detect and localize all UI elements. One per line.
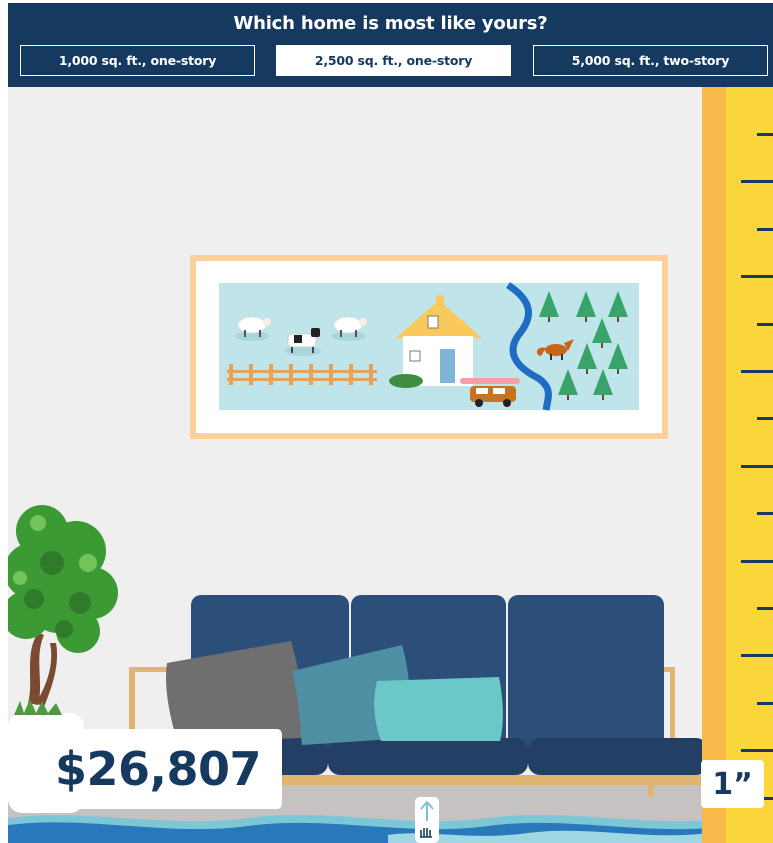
ruler-tick [757, 417, 773, 420]
ruler-tick [741, 275, 773, 278]
ruler-tick [741, 654, 773, 657]
ruler-tick [757, 133, 773, 136]
ruler-tick [757, 512, 773, 515]
question-title: Which home is most like yours? [233, 13, 548, 34]
ruler-tick [757, 702, 773, 705]
water-level-drag-handle[interactable] [415, 797, 439, 843]
ruler-tick [741, 180, 773, 183]
ruler-tick [741, 749, 773, 752]
arrow-up-hand-icon [415, 797, 439, 843]
option-1000-sqft-button[interactable]: 1,000 sq. ft., one-story [20, 45, 255, 76]
ruler-tick [757, 607, 773, 610]
ruler-edge [702, 87, 726, 843]
ruler-tick [741, 560, 773, 563]
depth-ruler [702, 87, 773, 843]
flood-simulator: Which home is most like yours? 1,000 sq.… [8, 3, 773, 843]
ruler-tick [757, 228, 773, 231]
room-scene [8, 255, 773, 843]
home-size-header: Which home is most like yours? 1,000 sq.… [8, 3, 773, 87]
ruler-tick [741, 465, 773, 468]
wall-picture [190, 255, 668, 439]
damage-cost-label: $26,807 [34, 729, 282, 809]
ruler-tick [757, 323, 773, 326]
flood-depth-label: 1” [701, 760, 764, 808]
option-5000-sqft-button[interactable]: 5,000 sq. ft., two-story [533, 45, 768, 76]
option-2500-sqft-button[interactable]: 2,500 sq. ft., one-story [276, 45, 511, 76]
ruler-tick [741, 370, 773, 373]
